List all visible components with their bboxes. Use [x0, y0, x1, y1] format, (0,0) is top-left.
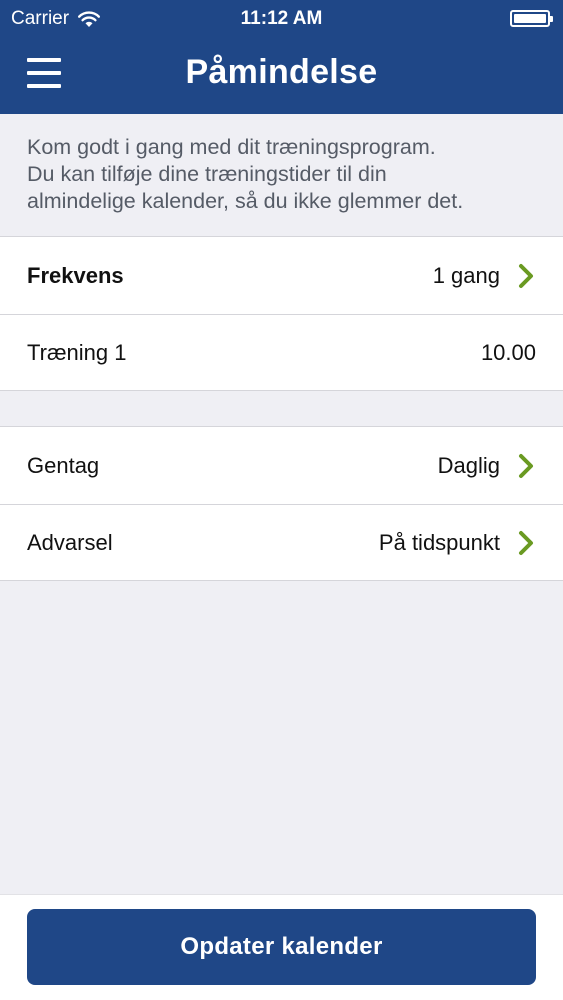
chevron-right-icon — [519, 263, 533, 288]
training-time-row[interactable]: Træning 1 10.00 — [0, 314, 563, 391]
screen: Carrier 11:12 AM Påmindelse Kom godt i g… — [0, 0, 563, 1000]
intro-line: Du kan tilføje dine træningstider til di… — [27, 162, 387, 186]
schedule-group: Frekvens 1 gang Træning 1 10.00 — [0, 236, 563, 391]
repeat-value: Daglig — [437, 452, 500, 478]
intro-text: Kom godt i gang med dit træningsprogram.… — [27, 134, 547, 215]
battery-icon — [510, 10, 553, 27]
training-label: Træning 1 — [27, 340, 127, 365]
training-time-value: 10.00 — [480, 340, 536, 365]
intro-line: almindelige kalender, så du ikke glemmer… — [27, 189, 464, 213]
options-group: Gentag Daglig Advarsel På tidspunkt — [0, 426, 563, 581]
chevron-right-icon — [519, 531, 533, 555]
frequency-row[interactable]: Frekvens 1 gang — [0, 237, 563, 314]
chevron-right-icon — [519, 453, 533, 478]
repeat-label: Gentag — [27, 452, 100, 478]
update-calendar-button[interactable]: Opdater kalender — [27, 909, 536, 985]
nav-bar: Påmindelse — [0, 38, 563, 114]
intro-line: Kom godt i gang med dit træningsprogram. — [27, 135, 436, 159]
battery-level — [514, 14, 546, 23]
alert-label: Advarsel — [27, 530, 113, 555]
bottom-bar: Opdater kalender — [0, 894, 563, 1000]
repeat-row[interactable]: Gentag Daglig — [0, 427, 563, 504]
alert-value: På tidspunkt — [378, 530, 500, 555]
status-time: 11:12 AM — [240, 8, 323, 29]
frequency-value: 1 gang — [432, 262, 500, 288]
header: Carrier 11:12 AM Påmindelse — [0, 0, 563, 114]
page-title: Påmindelse — [185, 53, 378, 91]
status-bar: Carrier 11:12 AM — [0, 0, 563, 38]
alert-row[interactable]: Advarsel På tidspunkt — [0, 504, 563, 581]
frequency-label: Frekvens — [27, 262, 124, 288]
